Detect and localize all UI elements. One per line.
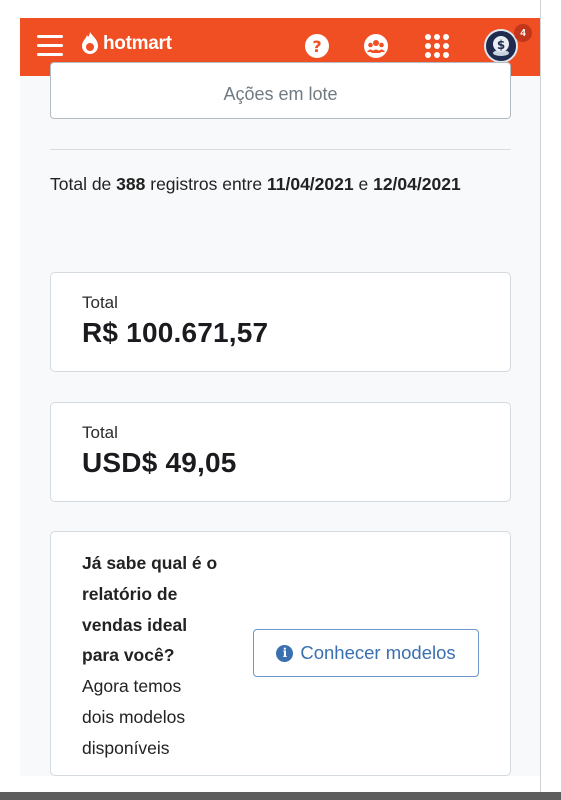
know-models-button[interactable]: i Conhecer modelos [253, 629, 479, 677]
total-usd-card: Total USD$ 49,05 [50, 402, 511, 502]
notification-badge[interactable]: 4 [514, 24, 532, 42]
help-icon[interactable]: ? [304, 33, 330, 59]
community-icon[interactable] [363, 33, 389, 59]
total-label: Total [82, 293, 118, 312]
svg-text:?: ? [312, 37, 321, 56]
total-brl-amount: R$ 100.671,57 [82, 317, 269, 348]
window-edge [540, 0, 541, 800]
know-models-label: Conhecer modelos [300, 642, 456, 663]
svg-text:$: $ [497, 38, 505, 52]
date-start: 11/04/2021 [266, 174, 354, 194]
info-icon: i [276, 644, 294, 662]
total-label: Total [82, 423, 118, 442]
total-usd-amount: USD$ 49,05 [82, 447, 237, 478]
user-avatar[interactable]: $ [484, 29, 518, 63]
report-models-promo-card: Já sabe qual é o relatório de vendas ide… [50, 531, 511, 776]
date-end: 12/04/2021 [373, 174, 461, 194]
flame-icon [82, 32, 98, 54]
record-count: 388 [116, 174, 146, 194]
records-summary: Total de 388 registros entre 11/04/2021 … [50, 174, 461, 194]
total-brl-card: Total R$ 100.671,57 [50, 272, 511, 372]
apps-grid-icon[interactable] [424, 33, 450, 59]
promo-text: Já sabe qual é o relatório de vendas ide… [82, 553, 218, 758]
divider [50, 149, 511, 150]
menu-icon[interactable] [37, 35, 63, 57]
window-bottom-bar [0, 792, 561, 800]
bulk-actions-button[interactable]: Ações em lote [50, 62, 511, 119]
logo-text: hotmart [103, 32, 172, 54]
app-viewport: hotmart ? $ 4 Ações em lote Total de 388… [20, 18, 540, 776]
hotmart-logo[interactable]: hotmart [80, 31, 172, 56]
coin-avatar-icon: $ [493, 36, 509, 56]
